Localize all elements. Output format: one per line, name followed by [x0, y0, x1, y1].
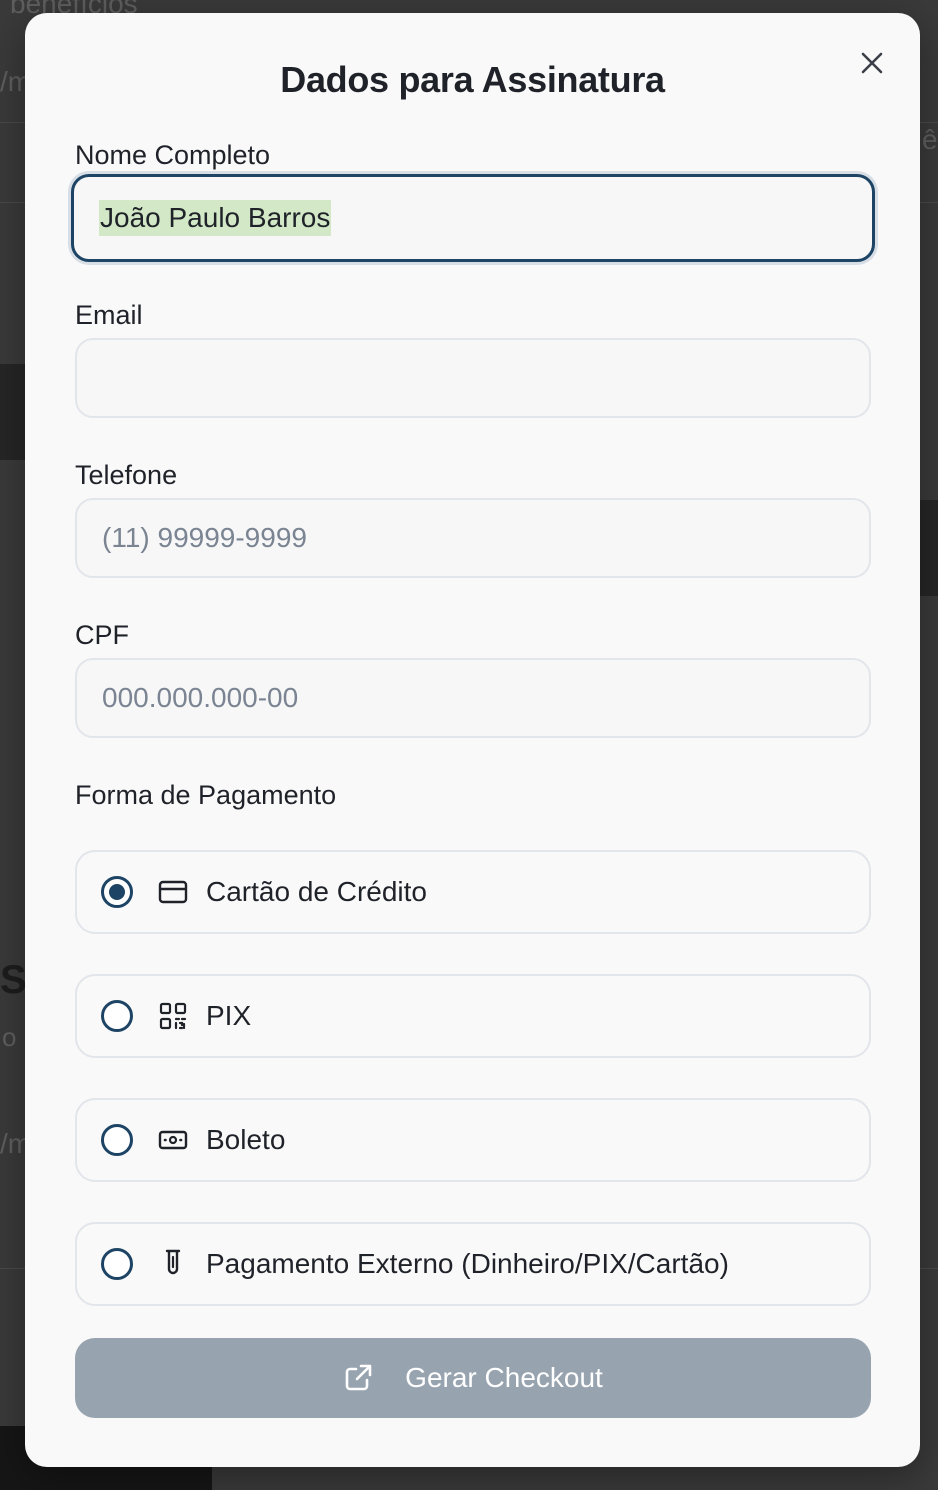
payment-option-credit-card[interactable]: Cartão de Crédito	[75, 850, 871, 934]
cpf-placeholder: 000.000.000-00	[102, 682, 299, 713]
payment-option-label: Boleto	[206, 1124, 286, 1155]
qr-code-icon	[157, 1000, 189, 1032]
payment-option-external[interactable]: Pagamento Externo (Dinheiro/PIX/Cartão)	[75, 1222, 871, 1306]
radio-pix[interactable]	[101, 1000, 133, 1032]
name-label: Nome Completo	[75, 140, 271, 170]
phone-field[interactable]: (11) 99999-9999	[75, 498, 871, 578]
modal-title: Dados para Assinatura	[280, 59, 665, 100]
cpf-label: CPF	[75, 620, 129, 650]
email-label: Email	[75, 300, 143, 330]
external-link-icon	[345, 1364, 372, 1391]
radio-boleto[interactable]	[101, 1124, 133, 1156]
generate-checkout-label: Gerar Checkout	[405, 1362, 603, 1393]
background-text: o	[2, 1022, 17, 1052]
phone-label: Telefone	[75, 460, 178, 490]
payment-label: Forma de Pagamento	[75, 780, 337, 810]
payment-option-pix[interactable]: PIX	[75, 974, 871, 1058]
name-field[interactable]: João Paulo Barros	[71, 174, 875, 262]
radio-external[interactable]	[101, 1248, 133, 1280]
payment-option-label: PIX	[206, 1000, 252, 1031]
payment-option-label: Pagamento Externo (Dinheiro/PIX/Cartão)	[206, 1248, 729, 1279]
name-value: João Paulo Barros	[99, 200, 332, 236]
background-block	[918, 500, 938, 596]
email-field[interactable]	[75, 338, 871, 418]
payment-option-boleto[interactable]: Boleto	[75, 1098, 871, 1182]
external-payment-icon	[157, 1248, 189, 1280]
phone-placeholder: (11) 99999-9999	[102, 522, 307, 553]
subscription-modal: Dados para Assinatura Nome Completo João…	[25, 13, 920, 1467]
cpf-field[interactable]: 000.000.000-00	[75, 658, 871, 738]
payment-option-label: Cartão de Crédito	[206, 876, 428, 907]
banknote-icon	[157, 1124, 189, 1156]
radio-credit-card[interactable]	[101, 876, 133, 908]
background-text: ê	[922, 124, 938, 155]
background-text: S	[0, 958, 27, 1002]
credit-card-icon	[157, 876, 189, 908]
generate-checkout-button[interactable]: Gerar Checkout	[75, 1338, 871, 1418]
